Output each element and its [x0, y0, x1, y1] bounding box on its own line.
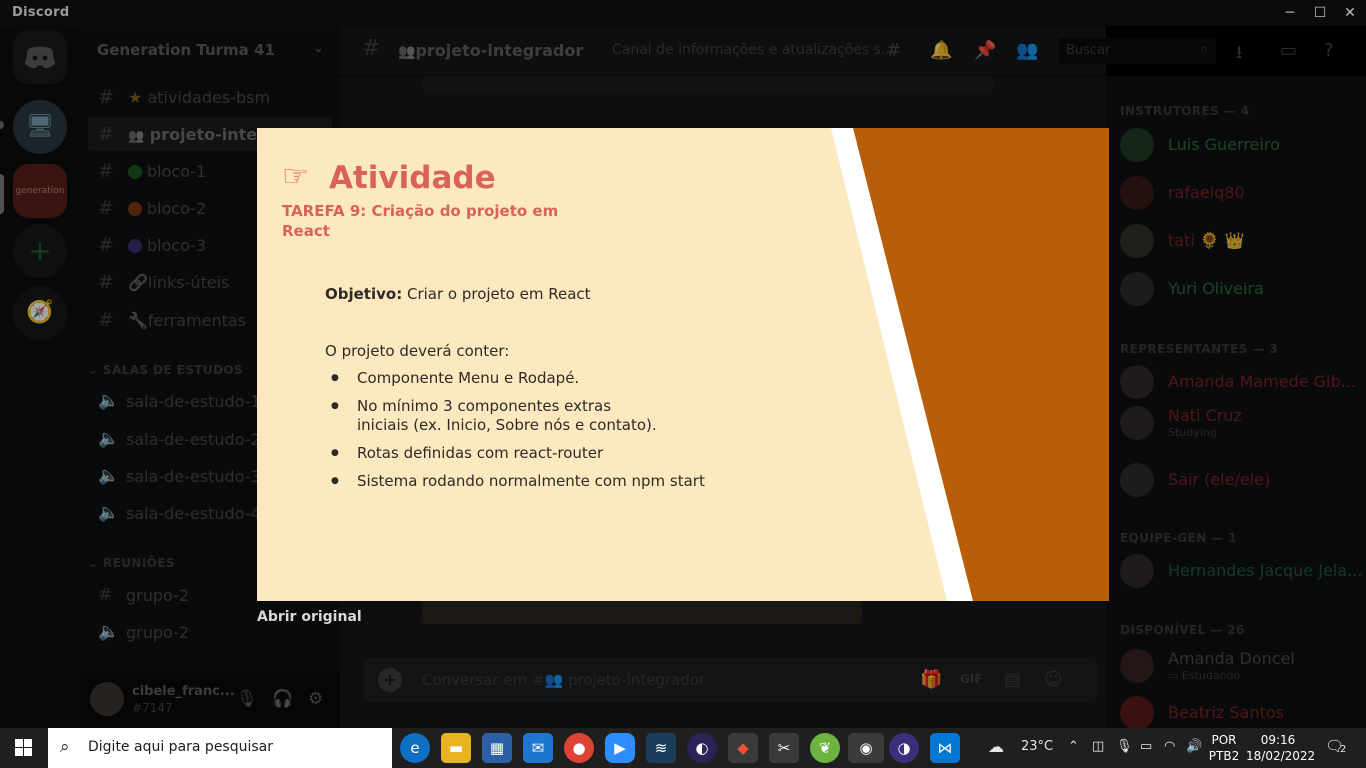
vscode-icon[interactable]: ⋈	[930, 733, 960, 763]
weather-cloud-icon[interactable]: ☁	[988, 737, 1004, 756]
clock-time: 09:16	[1260, 733, 1296, 747]
github-desktop-icon[interactable]: ◑	[889, 733, 919, 763]
webcam-icon[interactable]: ◫	[1092, 739, 1104, 754]
microphone-icon[interactable]: 🎙	[1116, 739, 1133, 754]
lightbox-image[interactable]: ☞ Atividade TAREFA 9: Criação do projeto…	[257, 128, 1109, 601]
slide-requirements-list: Componente Menu e Rodapé. No mínimo 3 co…	[325, 369, 785, 500]
objective-text: Criar o projeto em React	[402, 285, 591, 303]
edge-icon[interactable]: e	[400, 733, 430, 763]
store-icon[interactable]: ▦	[482, 733, 512, 763]
zoom-icon[interactable]: ▶	[605, 733, 635, 763]
pointing-hand-icon: ☞	[282, 159, 309, 194]
title-bar: Discord ─ ☐ ✕	[0, 0, 1366, 26]
maximize-button[interactable]: ☐	[1305, 0, 1335, 26]
slide-heading: Atividade	[329, 160, 496, 196]
battery-icon[interactable]: ▭	[1140, 739, 1152, 754]
slide-decoration	[831, 128, 1109, 601]
taskbar-search[interactable]: ⌕ Digite aqui para pesquisar	[48, 728, 392, 768]
volume-icon[interactable]: 🔊	[1186, 739, 1202, 754]
open-original-link[interactable]: Abrir original	[257, 609, 362, 625]
wifi-icon[interactable]: ◠	[1164, 739, 1175, 754]
spring-tools-icon[interactable]: ❦	[810, 733, 840, 763]
input-language[interactable]: POR PTB2	[1208, 732, 1240, 764]
list-item: Rotas definidas com react-router	[325, 444, 785, 463]
mysql-workbench-icon[interactable]: ≋	[646, 733, 676, 763]
taskbar: ⌕ Digite aqui para pesquisar e ▬ ▦ ✉ ● ▶…	[0, 728, 1366, 768]
taskbar-search-input[interactable]: Digite aqui para pesquisar	[88, 739, 273, 755]
slide-objective: Objetivo: Criar o projeto em React	[325, 285, 591, 303]
minimize-button[interactable]: ─	[1275, 0, 1305, 26]
discord-taskbar-icon[interactable]: ◉	[848, 733, 884, 763]
file-explorer-icon[interactable]: ▬	[441, 733, 471, 763]
keyboard-layout: PTB2	[1208, 749, 1240, 763]
list-item: Sistema rodando normalmente com npm star…	[325, 472, 785, 491]
objective-label: Objetivo:	[325, 285, 403, 303]
git-icon[interactable]: ◆	[728, 733, 758, 763]
clock[interactable]: 09:16 18/02/2022	[1246, 732, 1316, 764]
search-icon: ⌕	[60, 737, 70, 757]
app-name: Discord	[12, 5, 70, 20]
notification-count: 2	[1340, 744, 1347, 755]
language-code: POR	[1211, 733, 1237, 747]
windows-logo-icon	[15, 739, 32, 756]
clock-date: 18/02/2022	[1246, 749, 1316, 763]
weather-temperature[interactable]: 23°C	[1021, 739, 1053, 754]
chrome-icon[interactable]: ●	[564, 733, 594, 763]
close-button[interactable]: ✕	[1335, 0, 1365, 26]
chevron-up-icon[interactable]: ⌃	[1068, 739, 1079, 754]
slide-intro: O projeto deverá conter:	[325, 342, 510, 360]
list-item: No mínimo 3 componentes extras iniciais …	[325, 397, 665, 435]
mail-icon[interactable]: ✉	[523, 733, 553, 763]
list-item: Componente Menu e Rodapé.	[325, 369, 785, 388]
start-button[interactable]	[0, 728, 48, 768]
slide-task-title: TAREFA 9: Criação do projeto em React	[282, 202, 559, 240]
snipping-tool-icon[interactable]: ✂	[769, 733, 799, 763]
eclipse-icon[interactable]: ◐	[687, 733, 717, 763]
